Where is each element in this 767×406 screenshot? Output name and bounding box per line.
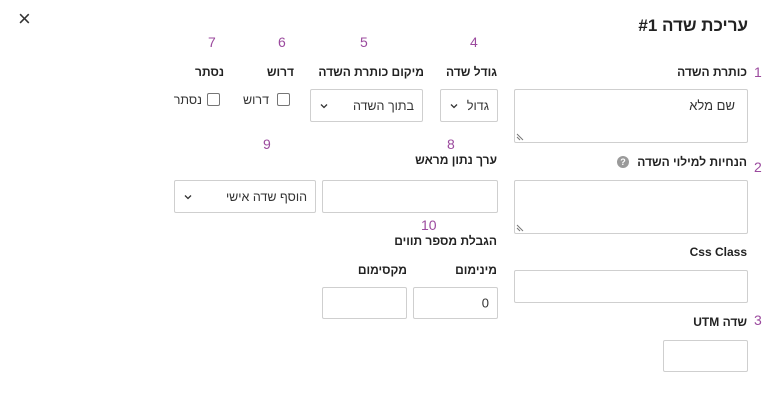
personal-field-value: הוסף שדה אישי: [225, 189, 307, 204]
default-value-label: ערך נתון מראש: [415, 153, 497, 167]
instructions-label: הנחיות למילוי השדה: [637, 155, 747, 169]
marker-1: 1: [754, 64, 762, 80]
instructions-textarea[interactable]: [514, 180, 748, 234]
marker-7: 7: [208, 34, 216, 50]
required-checkbox-label[interactable]: דרוש: [243, 93, 269, 107]
personal-field-select[interactable]: הוסף שדה אישי: [174, 180, 316, 213]
utm-label: שדה UTM: [693, 315, 747, 329]
marker-6: 6: [278, 34, 286, 50]
required-label: דרוש: [266, 65, 294, 79]
field-title-textarea[interactable]: שם מלא: [514, 89, 748, 143]
hidden-checkbox-label[interactable]: נסתר: [174, 93, 202, 107]
char-limit-label: הגבלת מספר תווים: [394, 234, 497, 248]
min-value: 0: [481, 295, 489, 311]
close-icon[interactable]: ×: [18, 8, 31, 30]
dialog-title: עריכת שדה #1: [638, 16, 748, 35]
resize-handle-icon[interactable]: [516, 224, 524, 232]
css-class-input[interactable]: [514, 270, 748, 303]
marker-10: 10: [421, 217, 437, 233]
min-input[interactable]: 0: [413, 287, 498, 319]
marker-2: 2: [754, 159, 762, 175]
title-position-label: מיקום כותרת השדה: [318, 65, 424, 79]
chevron-down-icon: [184, 194, 192, 199]
min-label: מינימום: [455, 263, 497, 277]
chevron-down-icon: [450, 103, 458, 108]
utm-input[interactable]: [663, 340, 748, 372]
resize-handle-icon[interactable]: [516, 133, 524, 141]
max-label: מקסימום: [357, 263, 407, 277]
max-input[interactable]: [322, 287, 407, 319]
field-size-value: גדול: [466, 98, 489, 113]
marker-3: 3: [754, 312, 762, 328]
chevron-down-icon: [320, 103, 328, 108]
required-checkbox[interactable]: [277, 93, 290, 106]
hidden-checkbox[interactable]: [207, 93, 220, 106]
help-icon[interactable]: ?: [617, 156, 629, 168]
title-position-value: בתוך השדה: [352, 98, 414, 113]
field-size-label: גודל שדה: [446, 65, 497, 79]
css-class-label: Css Class: [689, 245, 747, 259]
marker-5: 5: [360, 34, 368, 50]
title-position-select[interactable]: בתוך השדה: [310, 89, 423, 122]
field-size-select[interactable]: גדול: [440, 89, 498, 122]
field-title-value: שם מלא: [689, 98, 735, 113]
field-title-label: כותרת השדה: [677, 65, 747, 79]
marker-9: 9: [263, 136, 271, 152]
hidden-label: נסתר: [195, 65, 224, 79]
marker-4: 4: [470, 34, 478, 50]
default-value-input[interactable]: [322, 180, 498, 213]
marker-8: 8: [447, 136, 455, 152]
